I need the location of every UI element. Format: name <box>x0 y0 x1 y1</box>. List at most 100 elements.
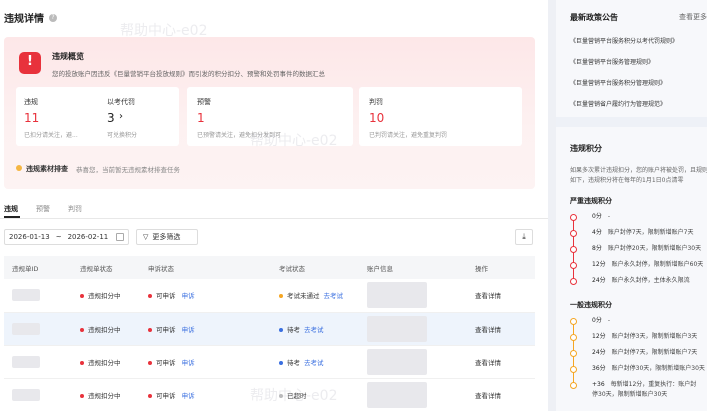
appeal-link[interactable]: 申诉 <box>182 392 195 400</box>
date-end: 2026-02-11 <box>67 233 109 241</box>
timeline-item: 0分 - <box>570 316 697 332</box>
row-id-masked <box>4 378 72 411</box>
penalty-label: 判罚 <box>369 98 383 106</box>
review-text: 恭喜您，当前暂无违规素材排查任务 <box>76 166 180 174</box>
violation-count: 11 <box>24 111 40 125</box>
warning-count: 1 <box>197 111 205 125</box>
timeline-dot <box>570 366 577 373</box>
status-dot <box>279 327 283 332</box>
timeline-item: 12分 账户永久封停，限制新增账户60天 <box>570 260 703 276</box>
status-dot <box>148 294 152 299</box>
row-status: 违规扣分中 <box>72 345 140 378</box>
notice-item[interactable]: 《巨量营销平台服务积分以考代罚规则》 <box>570 36 697 45</box>
timeline-dot <box>570 278 577 285</box>
page-header: 违规详情 ? <box>4 10 57 25</box>
status-dot <box>80 360 84 365</box>
warning-sub: 已预警请关注，避免扣分发到可 <box>197 132 282 139</box>
date-range-picker[interactable]: 2026-01-13 ~ 2026-02-11 <box>4 229 129 245</box>
row-id-masked <box>4 312 72 345</box>
notice-item[interactable]: 《巨量营销平台服务积分管理规则》 <box>570 78 697 87</box>
view-details-link[interactable]: 查看详情 <box>475 392 501 400</box>
col-account: 账户信息 <box>367 264 393 273</box>
tab-warning[interactable]: 预警 <box>36 204 50 214</box>
col-status: 违规单状态 <box>80 264 113 273</box>
main-panel: 违规详情 ? 违规概览 您的投放账户因违反《巨量营销平台投放规则》而引发的积分扣… <box>0 0 548 411</box>
view-details-link[interactable]: 查看详情 <box>475 359 501 367</box>
col-id: 违规单ID <box>12 264 39 273</box>
row-account-masked <box>359 279 467 312</box>
tab-violation[interactable]: 违规 <box>4 204 18 214</box>
table-row[interactable]: 违规扣分中 可申诉 申诉 待考 去考试 查看详情 <box>4 312 535 345</box>
divider <box>0 218 548 219</box>
policy-title: 最新政策公告 <box>570 13 618 22</box>
status-dot <box>148 327 152 332</box>
status-dot <box>80 393 84 398</box>
table-row[interactable]: 违规扣分中 可申诉 申诉 已超时 查看详情 <box>4 378 535 411</box>
severe-timeline: 0分 - 4分 账户封停7天，限制新增账户7天 8分 账户封停20天，限制新增账户30… <box>570 212 703 292</box>
col-appeal: 申诉状态 <box>148 264 174 273</box>
more-filters-button[interactable]: ▽ 更多筛选 <box>136 229 198 245</box>
table-row[interactable]: 违规扣分中 可申诉 申诉 待考 去考试 查看详情 <box>4 345 535 378</box>
penalty-card[interactable]: 判罚 10 已判罚请关注，避免重复判罚 <box>359 87 522 146</box>
appeal-link[interactable]: 申诉 <box>182 326 195 334</box>
timeline-item: 4分 账户封停7天，限制新增账户7天 <box>570 228 697 244</box>
timeline-item: 36分 账户封停30天，限制新增账户30天 <box>570 364 705 380</box>
status-dot <box>279 393 283 398</box>
date-start: 2026-01-13 <box>9 233 50 241</box>
col-action: 操作 <box>475 264 488 273</box>
tab-penalty[interactable]: 判罚 <box>68 204 82 214</box>
severe-title: 严重违规积分 <box>570 197 612 205</box>
row-exam: 已超时 <box>271 378 359 411</box>
violation-card[interactable]: 违规 11 已扣分请关注，避... 以考代罚 3 › 可兑换积分 <box>16 87 179 146</box>
row-exam: 待考 去考试 <box>271 312 359 345</box>
row-account-masked <box>359 312 467 345</box>
notice-item[interactable]: 《巨量营销平台服务管理规则》 <box>570 57 697 66</box>
row-action: 查看详情 <box>467 312 535 345</box>
exam-link[interactable]: 去考试 <box>304 326 324 334</box>
row-action: 查看详情 <box>467 345 535 378</box>
timeline-dot <box>570 214 577 221</box>
exam-link[interactable]: 去考试 <box>304 359 324 367</box>
review-label: 违规素材排查 <box>26 165 68 173</box>
exam-link[interactable]: 去考试 <box>324 292 344 300</box>
row-appeal: 可申诉 申诉 <box>140 312 271 345</box>
view-details-link[interactable]: 查看详情 <box>475 326 501 334</box>
general-title: 一般违规积分 <box>570 301 612 309</box>
penalty-sub: 已判罚请关注，避免重复判罚 <box>369 132 448 139</box>
appeal-link[interactable]: 申诉 <box>182 292 195 300</box>
policy-more-link[interactable]: 查看更多 <box>679 12 707 22</box>
table-header: 违规单ID 违规单状态 申诉状态 考试状态 账户信息 操作 <box>4 256 535 279</box>
calendar-icon[interactable] <box>116 233 124 241</box>
overview-title: 违规概览 <box>52 52 84 61</box>
timeline-item: +36 每新增12分，重复执行：账户封停30天，限制新增账户30天 <box>570 380 697 402</box>
filter-icon: ▽ <box>143 233 149 241</box>
exam-label: 以考代罚 <box>107 98 135 106</box>
row-appeal: 可申诉 申诉 <box>140 345 271 378</box>
timeline-dot <box>570 318 577 325</box>
download-icon[interactable]: ⤓ <box>515 229 533 245</box>
timeline-item: 24分 账户永久封停，主体永久限流 <box>570 276 697 292</box>
row-appeal: 可申诉 申诉 <box>140 279 271 312</box>
violation-sub: 已扣分请关注，避... <box>24 132 78 139</box>
timeline-dot <box>570 230 577 237</box>
table-row[interactable]: 违规扣分中 可申诉 申诉 考试未通过 去考试 查看详情 <box>4 279 535 312</box>
appeal-link[interactable]: 申诉 <box>182 359 195 367</box>
notice-item[interactable]: 《巨量营销省户履约行为管理规范》 <box>570 99 697 108</box>
row-status: 违规扣分中 <box>72 312 140 345</box>
points-card: 违规积分 如果多次累计违规扣分，您的账户将被处罚，且规则如下，违规积分将在每年的… <box>556 127 707 411</box>
timeline-dot <box>570 382 577 389</box>
page-title: 违规详情 <box>4 14 44 25</box>
chevron-right-icon[interactable]: › <box>119 111 123 122</box>
more-filters-label: 更多筛选 <box>152 233 181 241</box>
overview-desc: 您的投放账户因违反《巨量营销平台投放规则》而引发的积分扣分、预警和处罚事件的数据… <box>52 70 325 78</box>
timeline-item: 8分 账户封停20天，限制新增账户30天 <box>570 244 701 260</box>
lightbulb-icon <box>16 165 22 171</box>
warning-card[interactable]: 预警 1 已预警请关注，避免扣分发到可 <box>187 87 353 146</box>
violation-label: 违规 <box>24 98 38 106</box>
warning-label: 预警 <box>197 98 211 106</box>
exam-count: 3 <box>107 111 115 125</box>
timeline-item: 24分 账户封停7天，限制新增账户7天 <box>570 348 697 364</box>
help-icon[interactable]: ? <box>49 13 57 22</box>
view-details-link[interactable]: 查看详情 <box>475 292 501 300</box>
exam-sub: 可兑换积分 <box>107 132 138 139</box>
